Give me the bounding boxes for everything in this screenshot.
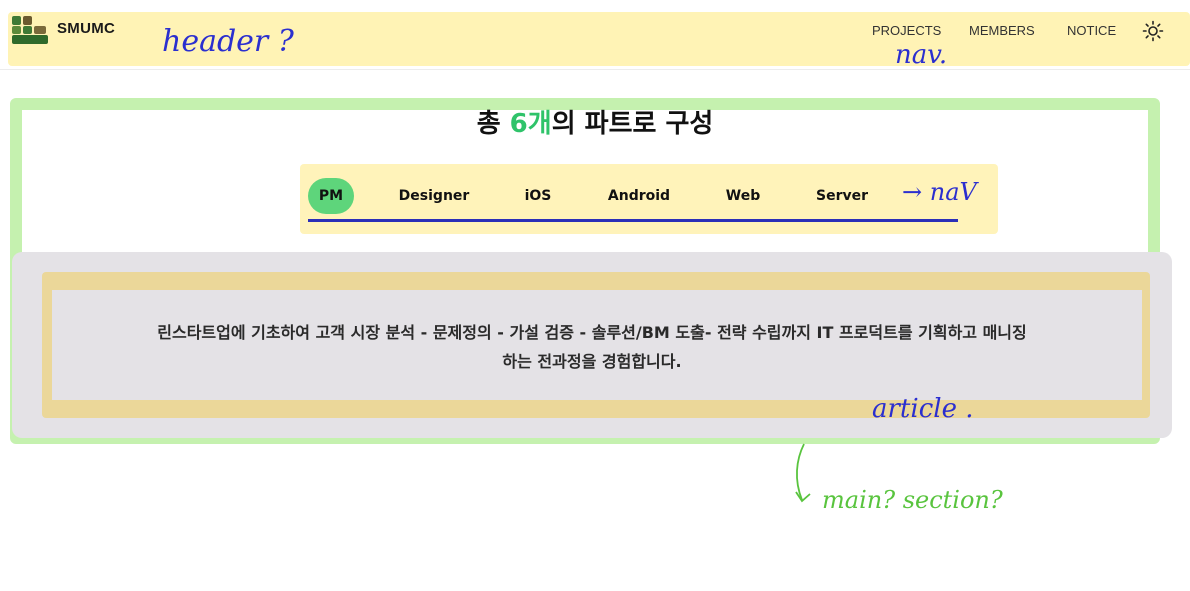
tab-web[interactable]: Web: [720, 178, 766, 214]
description-line-2: 하는 전과정을 경험합니다.: [502, 352, 682, 371]
description-line-1: 린스타트업에 기초하여 고객 시장 분석 - 문제정의 - 가설 검증 - 솔루…: [157, 323, 1027, 342]
section-title: 총 6개의 파트로 구성: [0, 103, 1190, 140]
nav-notice[interactable]: NOTICE: [1067, 23, 1116, 38]
tabs-underline: [308, 219, 958, 222]
annotation-article: article .: [872, 394, 974, 424]
smumc-logo[interactable]: [12, 16, 48, 44]
part-description: 린스타트업에 기초하여 고객 시장 분석 - 문제정의 - 가설 검증 - 솔루…: [40, 318, 1144, 376]
tab-designer[interactable]: Designer: [394, 178, 474, 214]
annotation-header: header ?: [162, 24, 294, 59]
brand-name[interactable]: SMUMC: [57, 20, 115, 37]
annotation-main-section: main? section?: [822, 486, 1003, 514]
nav-members[interactable]: MEMBERS: [969, 23, 1035, 38]
tab-ios[interactable]: iOS: [516, 178, 560, 214]
annotation-nav-tabs: → naV: [902, 178, 977, 206]
title-suffix: 의 파트로 구성: [551, 109, 714, 139]
nav-projects[interactable]: PROJECTS: [872, 23, 941, 38]
annotation-nav-top: nav.: [895, 40, 948, 70]
title-prefix: 총: [476, 109, 510, 139]
tab-server[interactable]: Server: [810, 178, 874, 214]
title-accent: 6개: [509, 109, 552, 139]
page: SMUMC PROJECTS MEMBERS NOTICE 총 6개의 파트로 …: [0, 0, 1190, 591]
sun-icon[interactable]: [1142, 20, 1164, 42]
tab-android[interactable]: Android: [602, 178, 676, 214]
tab-pm[interactable]: PM: [308, 178, 354, 214]
